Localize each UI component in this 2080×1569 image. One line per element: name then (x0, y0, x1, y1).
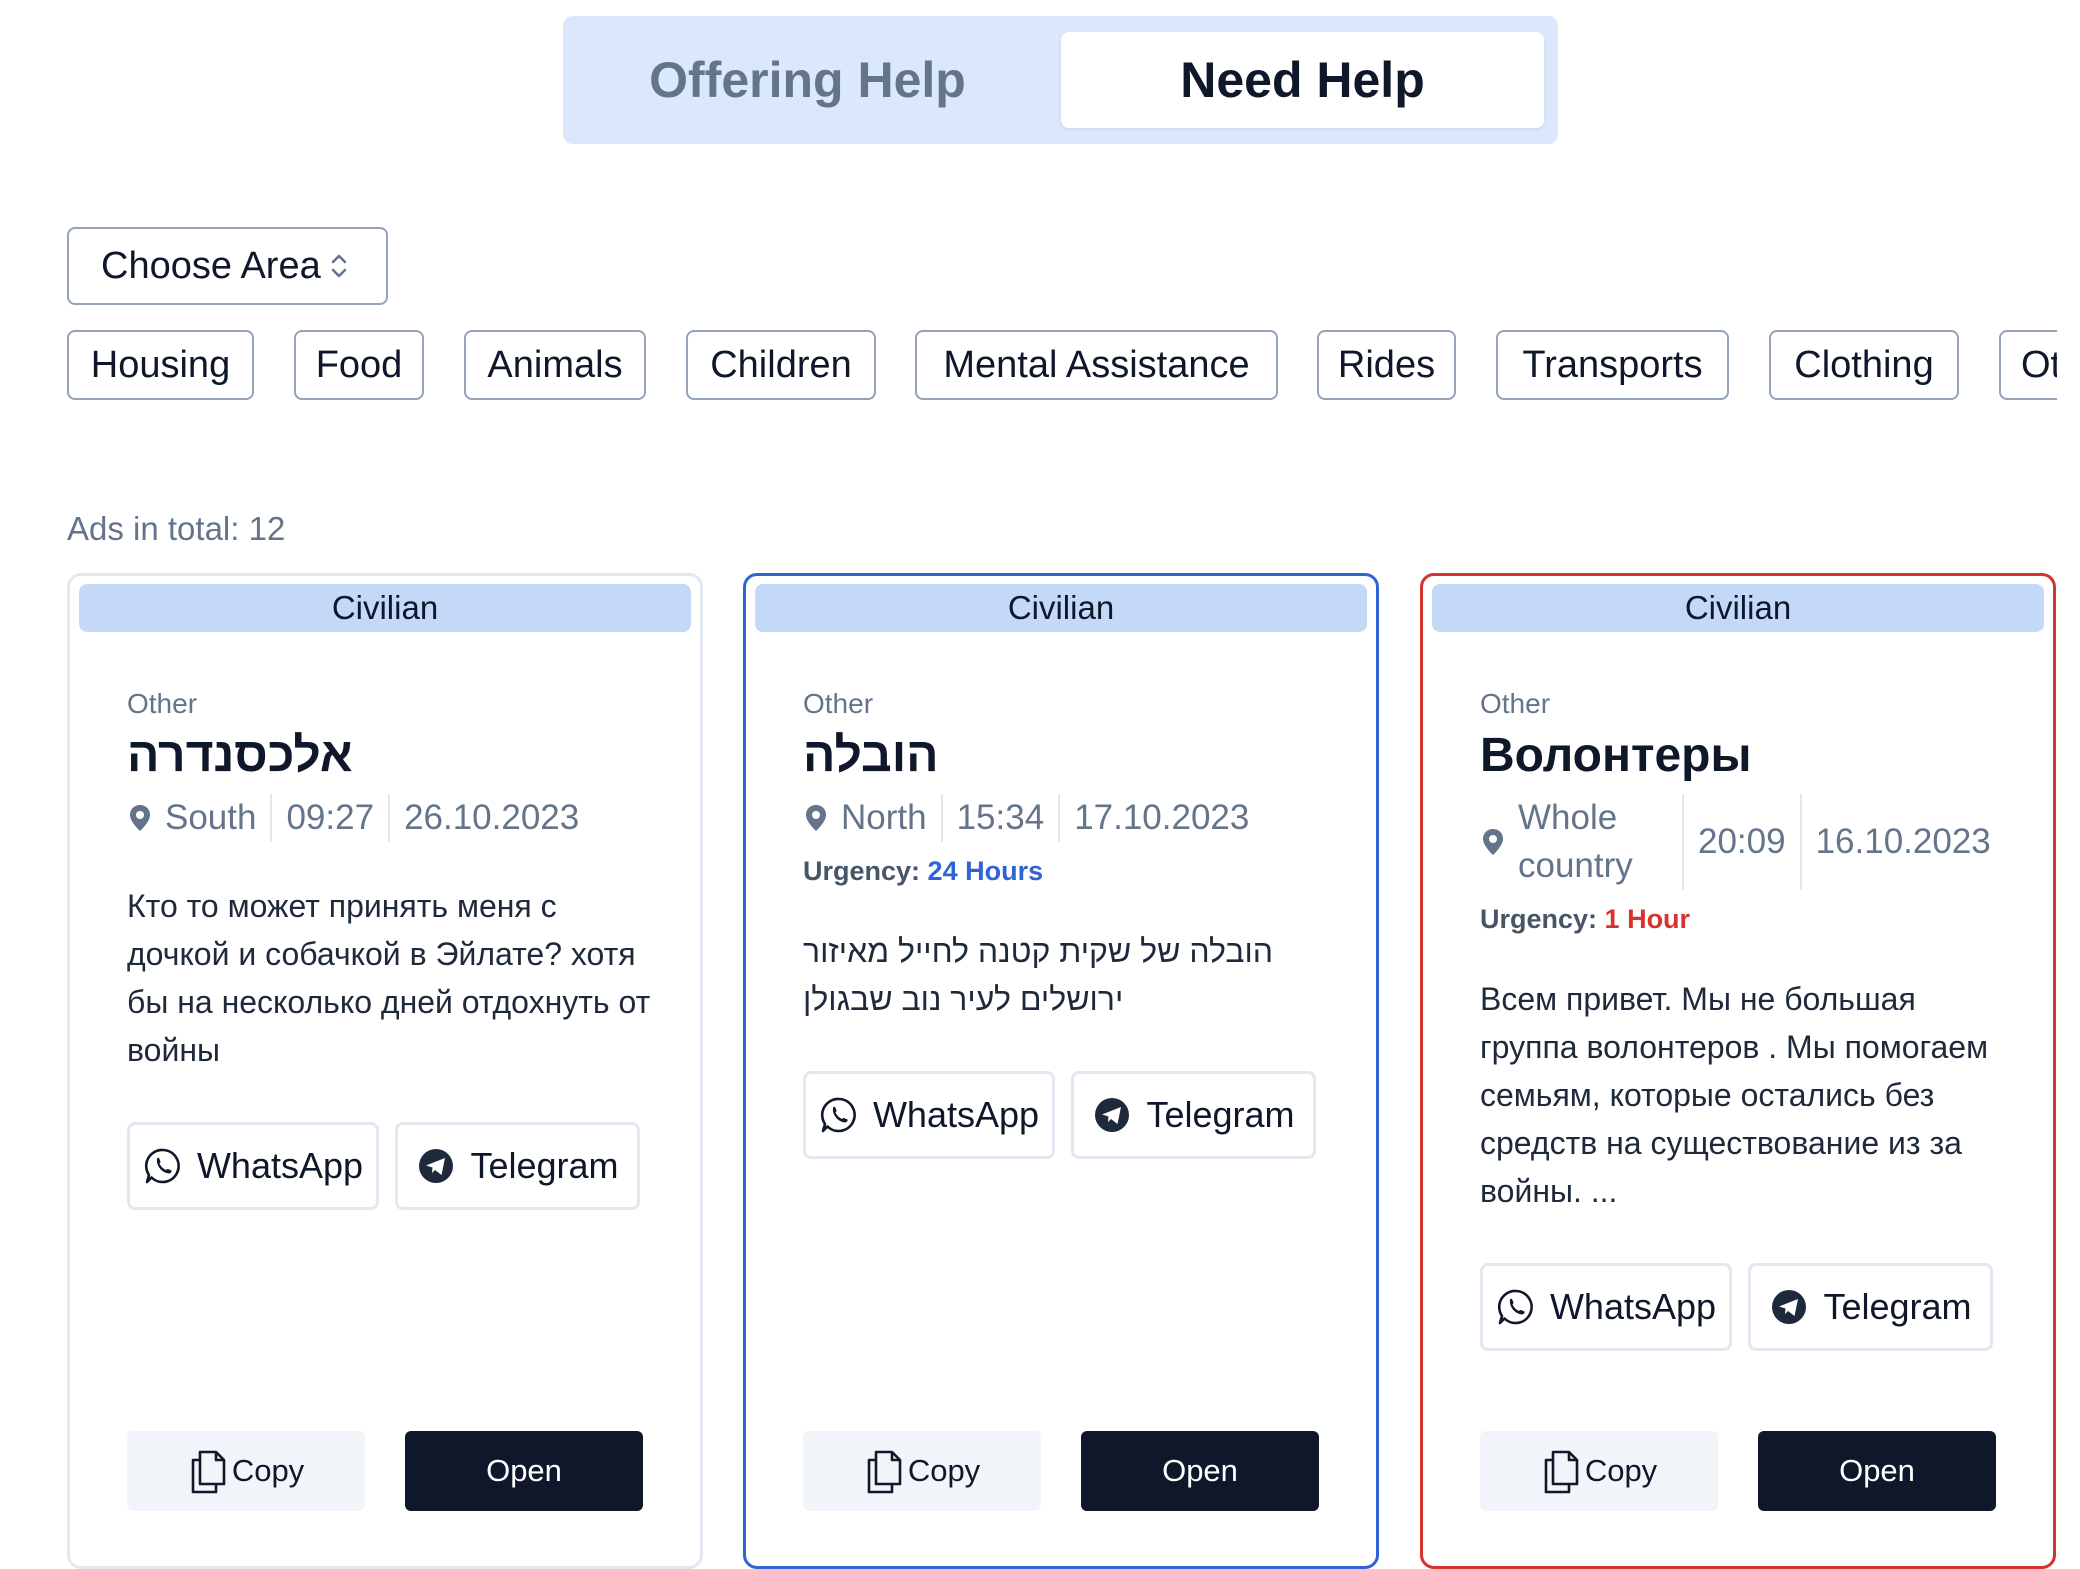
telegram-button[interactable]: Telegram (1748, 1263, 1993, 1351)
telegram-label: Telegram (470, 1145, 619, 1186)
open-button[interactable]: Open (1758, 1431, 1996, 1511)
ad-title: הובלה (803, 729, 939, 782)
ad-type-badge: Civilian (755, 584, 1367, 632)
tab-offering-help[interactable]: Offering Help (579, 32, 1036, 128)
ad-category: Other (1480, 688, 1551, 719)
category-food[interactable]: Food (294, 330, 424, 400)
ad-urgency: Urgency: 1 Hour (1480, 904, 2016, 935)
copy-label: Copy (1584, 1453, 1658, 1488)
ad-description: Кто то может принять меня с дочкой и соб… (127, 888, 651, 1068)
copy-button[interactable]: Copy (1480, 1431, 1718, 1511)
whatsapp-label: WhatsApp (872, 1094, 1040, 1135)
ad-location: North (841, 798, 927, 837)
help-type-toggle: Offering Help Need Help (563, 16, 1558, 144)
whatsapp-icon (144, 1148, 180, 1184)
whatsapp-icon (1497, 1289, 1533, 1325)
open-button[interactable]: Open (405, 1431, 643, 1511)
copy-icon (867, 1450, 902, 1494)
ad-time: 15:34 (956, 798, 1045, 837)
category-housing[interactable]: Housing (67, 330, 254, 400)
whatsapp-label: WhatsApp (196, 1145, 364, 1186)
choose-area-select[interactable]: Choose Area (67, 227, 388, 305)
category-transports[interactable]: Transports (1496, 330, 1729, 400)
ad-title: אלכסנדרה (127, 729, 353, 782)
map-pin-icon (130, 805, 150, 831)
whatsapp-icon (820, 1097, 856, 1133)
copy-icon (1544, 1450, 1579, 1494)
ad-meta: North 15:34 17.10.2023 (803, 794, 1339, 842)
ad-date: 16.10.2023 (1815, 822, 1991, 861)
map-pin-icon (1483, 829, 1503, 855)
telegram-label: Telegram (1823, 1286, 1972, 1327)
copy-button[interactable]: Copy (803, 1431, 1041, 1511)
ad-category: Other (127, 688, 198, 719)
open-button[interactable]: Open (1081, 1431, 1319, 1511)
copy-label: Copy (231, 1453, 305, 1488)
whatsapp-button[interactable]: WhatsApp (127, 1122, 379, 1210)
ad-title: Волонтеры (1480, 729, 1752, 782)
urgency-value: 1 Hour (1604, 904, 1691, 934)
category-rides[interactable]: Rides (1317, 330, 1456, 400)
category-mental-assistance[interactable]: Mental Assistance (915, 330, 1278, 400)
copy-icon (191, 1450, 226, 1494)
category-animals[interactable]: Animals (464, 330, 646, 400)
copy-label: Copy (907, 1453, 981, 1488)
telegram-button[interactable]: Telegram (1071, 1071, 1316, 1159)
ads-total-count: Ads in total: 12 (67, 510, 286, 547)
urgency-value: 24 Hours (927, 856, 1044, 886)
ad-urgency: Urgency: 24 Hours (803, 856, 1339, 887)
telegram-icon (1772, 1290, 1807, 1324)
ad-time: 09:27 (286, 798, 375, 837)
ad-category: Other (803, 688, 874, 719)
ad-card: Civilian Other אלכסנדרה South 09:27 26.1… (67, 573, 703, 1569)
ad-date: 26.10.2023 (404, 798, 580, 837)
chevron-updown-icon (331, 254, 346, 278)
ad-description: Всем привет. Мы не большая группа волонт… (1480, 981, 1989, 1209)
ad-type-badge: Civilian (79, 584, 691, 632)
urgency-label: Urgency: (803, 856, 921, 886)
whatsapp-label: WhatsApp (1549, 1286, 1717, 1327)
telegram-icon (1095, 1098, 1130, 1132)
urgency-label: Urgency: (1480, 904, 1598, 934)
ad-card: Civilian Other הובלה North 15:34 17.10.2… (743, 573, 1379, 1569)
ad-time: 20:09 (1698, 822, 1786, 861)
ad-location: South (165, 798, 257, 837)
whatsapp-button[interactable]: WhatsApp (803, 1071, 1055, 1159)
ad-meta: Whole country 20:09 16.10.2023 (1480, 794, 2016, 890)
map-pin-icon (806, 805, 826, 831)
ad-card: Civilian Other Волонтеры Whole country 2… (1420, 573, 2056, 1569)
ad-description: הובלה של שקית קטנה לחייל מאיזור ירושלים … (803, 933, 1274, 1017)
category-clothing[interactable]: Clothing (1769, 330, 1959, 400)
telegram-button[interactable]: Telegram (395, 1122, 640, 1210)
ad-meta: South 09:27 26.10.2023 (127, 794, 663, 842)
ad-location: Whole country (1518, 798, 1633, 885)
choose-area-label: Choose Area (101, 244, 321, 287)
ad-date: 17.10.2023 (1074, 798, 1250, 837)
telegram-label: Telegram (1146, 1094, 1295, 1135)
ad-type-badge: Civilian (1432, 584, 2044, 632)
copy-button[interactable]: Copy (127, 1431, 365, 1511)
category-filter-bar: Housing Food Animals Children Mental Ass… (67, 330, 2057, 402)
whatsapp-button[interactable]: WhatsApp (1480, 1263, 1732, 1351)
tab-need-help[interactable]: Need Help (1061, 32, 1544, 128)
telegram-icon (419, 1149, 454, 1183)
category-other[interactable]: Ot (1999, 330, 2057, 400)
category-children[interactable]: Children (686, 330, 876, 400)
